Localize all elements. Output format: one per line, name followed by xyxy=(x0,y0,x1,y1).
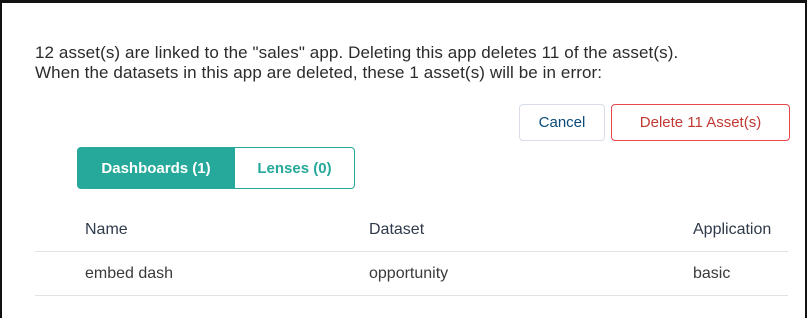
asset-type-tabs: Dashboards (1) Lenses (0) xyxy=(77,147,355,189)
column-header-dataset: Dataset xyxy=(369,220,425,238)
asset-name-link[interactable]: embed dash xyxy=(85,252,173,295)
message-line-1: 12 asset(s) are linked to the "sales" ap… xyxy=(35,43,679,62)
delete-app-dialog: 12 asset(s) are linked to the "sales" ap… xyxy=(0,0,807,318)
tab-lenses[interactable]: Lenses (0) xyxy=(235,147,355,189)
column-header-name: Name xyxy=(85,220,128,238)
tab-dashboards[interactable]: Dashboards (1) xyxy=(77,147,235,189)
asset-dataset: opportunity xyxy=(369,264,449,282)
delete-assets-button[interactable]: Delete 11 Asset(s) xyxy=(611,104,790,141)
asset-application: basic xyxy=(693,264,731,282)
dialog-message: 12 asset(s) are linked to the "sales" ap… xyxy=(35,43,795,83)
cancel-button[interactable]: Cancel xyxy=(519,104,605,141)
table-row: embed dash opportunity basic xyxy=(35,252,788,296)
message-line-2: When the datasets in this app are delete… xyxy=(35,63,603,82)
assets-table: Name Dataset Application embed dash oppo… xyxy=(35,208,788,296)
table-header-row: Name Dataset Application xyxy=(35,208,788,252)
column-header-application: Application xyxy=(693,220,772,238)
